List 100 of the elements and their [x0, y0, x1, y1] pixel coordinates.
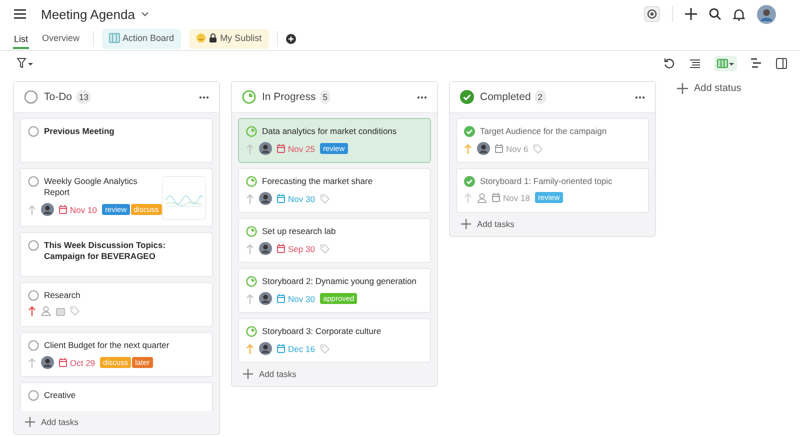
board-view-button[interactable]: [714, 56, 737, 70]
status-icon[interactable]: [464, 176, 475, 187]
tag-icon[interactable]: [320, 244, 330, 254]
status-icon[interactable]: [246, 226, 257, 237]
board-icon: [717, 58, 734, 68]
calendar-icon: [277, 244, 285, 253]
tag-icon[interactable]: [70, 306, 80, 316]
view-tab[interactable]: Action Board: [102, 29, 182, 49]
menu-icon[interactable]: [13, 8, 27, 20]
avatar-icon[interactable]: [259, 342, 272, 355]
task-card[interactable]: Forecasting the market share Nov 30: [238, 168, 431, 213]
task-card[interactable]: This Week Discussion Topics: Campaign for BEVERAGEO: [20, 232, 213, 277]
calendar-icon[interactable]: [56, 306, 65, 316]
priority-arrow-icon[interactable]: [246, 194, 254, 204]
avatar-icon[interactable]: [477, 142, 490, 155]
view-tab[interactable]: Overview: [37, 29, 85, 49]
status-icon[interactable]: [28, 240, 39, 251]
task-card[interactable]: Previous Meeting: [20, 118, 213, 163]
column-title: Completed: [480, 91, 531, 103]
status-icon[interactable]: [28, 340, 39, 351]
add-tasks-button[interactable]: Add tasks: [238, 363, 302, 386]
caret-icon[interactable]: [140, 11, 149, 17]
plus-icon: [243, 369, 253, 379]
plus-icon[interactable]: [685, 8, 697, 20]
tag-icon[interactable]: [320, 344, 330, 354]
task-title: This Week Discussion Topics: Campaign for BEVERAGEO: [44, 240, 167, 262]
filter-button[interactable]: [14, 55, 36, 71]
status-icon[interactable]: [246, 276, 257, 287]
status-icon[interactable]: [28, 126, 39, 137]
status-icon[interactable]: [28, 390, 39, 401]
add-view-icon[interactable]: [286, 34, 296, 44]
plus-icon: [25, 417, 35, 427]
more-icon[interactable]: [635, 96, 645, 98]
avatar-icon[interactable]: [41, 203, 54, 216]
priority-arrow-icon[interactable]: [28, 358, 36, 368]
list-icon[interactable]: [689, 58, 700, 68]
more-icon[interactable]: [417, 96, 427, 98]
search-icon[interactable]: [709, 8, 721, 20]
priority-arrow-icon[interactable]: [246, 244, 254, 254]
task-title: Set up research lab: [262, 226, 336, 237]
calendar-icon: [277, 144, 285, 153]
task-card[interactable]: Creative: [20, 382, 213, 411]
status-icon: [24, 90, 38, 104]
task-card[interactable]: Storyboard 3: Corporate culture Dec 16: [238, 318, 431, 363]
add-tasks-button[interactable]: Add tasks: [456, 213, 520, 236]
avatar-icon[interactable]: [41, 356, 54, 369]
task-card[interactable]: Target Audience for the campaign Nov 6: [456, 118, 649, 163]
side-panel-icon[interactable]: [776, 58, 787, 68]
avatar-icon[interactable]: [259, 242, 272, 255]
due-date[interactable]: Sep 30: [277, 244, 315, 254]
status-icon[interactable]: [246, 176, 257, 187]
bell-icon[interactable]: [733, 8, 745, 20]
status-icon[interactable]: [28, 176, 39, 187]
record-icon[interactable]: [644, 6, 660, 22]
status-icon[interactable]: [246, 126, 257, 137]
task-title: Storyboard 3: Corporate culture: [262, 326, 382, 337]
status-icon[interactable]: [464, 126, 475, 137]
add-tasks-button[interactable]: Add tasks: [20, 411, 84, 434]
more-icon[interactable]: [199, 96, 209, 98]
calendar-icon: [59, 358, 67, 367]
page-title: Meeting Agenda: [41, 6, 135, 22]
refresh-icon[interactable]: [664, 58, 675, 68]
chart-thumbnail[interactable]: [162, 176, 206, 220]
avatar-icon[interactable]: [757, 4, 776, 24]
status-icon[interactable]: [28, 290, 39, 301]
view-tab[interactable]: My Sublist: [189, 29, 269, 49]
calendar-icon: [59, 205, 67, 214]
priority-arrow-icon[interactable]: [28, 306, 36, 316]
priority-arrow-icon[interactable]: [246, 294, 254, 304]
status-icon: [460, 90, 474, 104]
task-title: Previous Meeting: [44, 126, 114, 137]
avatar-icon[interactable]: [259, 292, 272, 305]
task-title: Target Audience for the campaign: [480, 126, 607, 137]
board-icon: [108, 33, 120, 43]
gantt-icon[interactable]: [751, 58, 762, 68]
task-count: 5: [320, 90, 330, 104]
plus-icon: [677, 83, 688, 94]
task-title: Client Budget for the next quarter: [44, 340, 170, 351]
task-card[interactable]: Research: [20, 282, 213, 327]
tag-icon[interactable]: [320, 194, 330, 204]
status-icon: [242, 90, 256, 104]
due-date[interactable]: Oct 29: [59, 358, 96, 368]
avatar-icon[interactable]: [259, 192, 272, 205]
calendar-icon: [277, 344, 285, 353]
person-icon[interactable]: [41, 306, 51, 316]
priority-arrow-icon[interactable]: [28, 204, 36, 214]
person-icon[interactable]: [477, 192, 487, 202]
add-status-button[interactable]: Add status: [667, 81, 752, 96]
plus-icon: [461, 219, 471, 229]
calendar-icon: [277, 194, 285, 203]
due-date[interactable]: Nov 10: [59, 204, 97, 214]
view-tab[interactable]: List: [13, 30, 30, 48]
smiley-icon: [196, 33, 206, 43]
avatar-icon[interactable]: [259, 142, 272, 155]
task-count: 2: [534, 90, 546, 104]
priority-arrow-icon[interactable]: [464, 144, 472, 154]
tag-icon[interactable]: [533, 144, 544, 154]
priority-arrow-icon[interactable]: [246, 344, 254, 354]
status-icon[interactable]: [246, 326, 257, 337]
task-card[interactable]: Set up research lab Sep 30: [238, 218, 431, 263]
